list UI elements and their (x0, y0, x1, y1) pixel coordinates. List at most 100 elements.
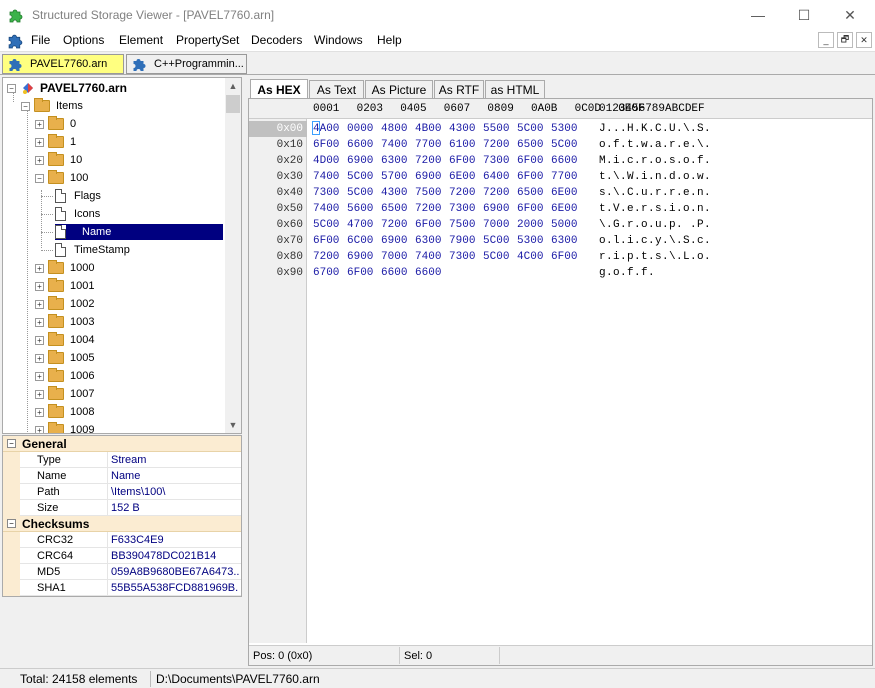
hex-bytes-row[interactable]: 4A00 0000 4800 4B00 4300 5500 5C00 5300 (313, 121, 577, 137)
tab-as-text[interactable]: As Text (309, 80, 364, 98)
tree-node-stream[interactable]: Name (55, 223, 224, 241)
expand-icon[interactable]: + (35, 263, 44, 273)
hex-ascii-row[interactable]: \.G.r.o.u.p. .P. (599, 217, 711, 233)
tree-node-folder[interactable]: − 100 (35, 169, 88, 187)
expand-icon[interactable]: + (35, 407, 44, 417)
expand-icon[interactable]: + (35, 281, 44, 291)
tree-node-folder[interactable]: +1005 (35, 349, 94, 367)
expand-icon[interactable]: + (35, 317, 44, 327)
property-value[interactable]: 059A8B9680BE67A6473... (107, 564, 239, 580)
tab-as-picture[interactable]: As Picture (365, 80, 433, 98)
tab-as-hex[interactable]: As HEX (250, 79, 308, 99)
mdi-restore-button[interactable]: 🗗 (837, 32, 853, 48)
hex-viewer[interactable]: 0001 0203 0405 0607 0809 0A0B 0C0D 0E0F 01234567… (248, 98, 873, 666)
tree-root[interactable]: − PAVEL7760.arn (7, 79, 127, 97)
hex-ascii-row[interactable]: M.i.c.r.o.s.o.f. (599, 153, 711, 169)
property-value[interactable]: Name (107, 468, 239, 484)
hex-bytes-row[interactable]: 6F00 6600 7400 7700 6100 7200 6500 5C00 (313, 137, 577, 153)
puzzle-menu-icon[interactable] (7, 32, 24, 49)
tree-node-items[interactable]: − Items (21, 97, 83, 115)
hex-bytes-row[interactable]: 7400 5C00 5700 6900 6E00 6400 6F00 7700 (313, 169, 577, 185)
property-row[interactable]: SHA1 55B55A538FCD881969B... (3, 580, 241, 596)
tree-node-folder[interactable]: +0 (35, 115, 76, 133)
collapse-icon[interactable]: − (7, 439, 16, 448)
collapse-icon[interactable]: − (7, 519, 16, 528)
tree-scrollbar[interactable]: ▲ ▼ (225, 78, 241, 433)
doc-tab-pavel7760[interactable]: PAVEL7760.arn (2, 54, 124, 74)
category-checksums[interactable]: − Checksums (3, 516, 241, 532)
doc-tab-cpp[interactable]: C++Programmin... (126, 54, 247, 74)
collapse-icon[interactable]: − (21, 101, 30, 111)
minimize-button[interactable]: — (735, 0, 781, 30)
hex-ascii-row[interactable]: o.l.i.c.y.\.S.c. (599, 233, 711, 249)
hex-bytes-row[interactable]: 6700 6F00 6600 6600 (313, 265, 441, 281)
property-row[interactable]: CRC32 F633C4E9 (3, 532, 241, 548)
expand-icon[interactable]: + (35, 155, 44, 165)
menu-windows[interactable]: Windows (314, 33, 363, 47)
tree-node-folder[interactable]: +1008 (35, 403, 94, 421)
tree-node-folder[interactable]: +1001 (35, 277, 94, 295)
menu-propertyset[interactable]: PropertySet (176, 33, 239, 47)
expand-icon[interactable]: + (35, 335, 44, 345)
hex-bytes-row[interactable]: 5C00 4700 7200 6F00 7500 7000 2000 5000 (313, 217, 577, 233)
tree-node-folder[interactable]: +1009 (35, 421, 94, 433)
tree-node-folder[interactable]: +1004 (35, 331, 94, 349)
hex-bytes-row[interactable]: 6F00 6C00 6900 6300 7900 5C00 5300 6300 (313, 233, 577, 249)
mdi-close-button[interactable]: ✕ (856, 32, 872, 48)
tree-node-stream[interactable]: Flags (55, 187, 101, 205)
expand-icon[interactable]: + (35, 119, 44, 129)
tree-node-folder[interactable]: +1002 (35, 295, 94, 313)
mdi-minimize-button[interactable]: _ (818, 32, 834, 48)
tab-as-rtf[interactable]: As RTF (434, 80, 484, 98)
hex-bytes-row[interactable]: 4D00 6900 6300 7200 6F00 7300 6F00 6600 (313, 153, 577, 169)
close-button[interactable]: ✕ (827, 0, 873, 30)
property-value[interactable]: \Items\100\ (107, 484, 239, 500)
property-value[interactable]: Stream (107, 452, 239, 468)
hex-ascii-row[interactable]: t.\.W.i.n.d.o.w. (599, 169, 711, 185)
collapse-icon[interactable]: − (35, 173, 44, 183)
menu-element[interactable]: Element (119, 33, 163, 47)
tree-node-folder[interactable]: +1007 (35, 385, 94, 403)
hex-bytes-row[interactable]: 7400 5600 6500 7200 7300 6900 6F00 6E00 (313, 201, 577, 217)
hex-ascii-row[interactable]: r.i.p.t.s.\.L.o. (599, 249, 711, 265)
property-value[interactable]: F633C4E9 (107, 532, 239, 548)
scroll-thumb[interactable] (226, 95, 240, 113)
hex-ascii-row[interactable]: o.f.t.w.a.r.e.\. (599, 137, 711, 153)
property-value[interactable]: BB390478DC021B14 (107, 548, 239, 564)
property-row[interactable]: Name Name (3, 468, 241, 484)
expand-icon[interactable]: + (35, 389, 44, 399)
expand-icon[interactable]: + (35, 299, 44, 309)
tree-node-folder[interactable]: +10 (35, 151, 82, 169)
hex-ascii-row[interactable]: t.V.e.r.s.i.o.n. (599, 201, 711, 217)
tree-node-stream[interactable]: TimeStamp (55, 241, 130, 259)
hex-bytes-row[interactable]: 7200 6900 7000 7400 7300 5C00 4C00 6F00 (313, 249, 577, 265)
scroll-down-icon[interactable]: ▼ (225, 417, 241, 433)
hex-ascii-row[interactable]: s.\.C.u.r.r.e.n. (599, 185, 711, 201)
tree-node-stream[interactable]: Icons (55, 205, 100, 223)
tree-node-folder[interactable]: +1000 (35, 259, 94, 277)
property-value[interactable]: 55B55A538FCD881969B... (107, 580, 239, 596)
tree-node-folder[interactable]: +1 (35, 133, 76, 151)
expand-icon[interactable]: + (35, 353, 44, 363)
hex-ascii-row[interactable]: J...H.K.C.U.\.S. (599, 121, 711, 137)
storage-tree[interactable]: − PAVEL7760.arn − Items +0 +1 +10−100 Flags… (2, 77, 242, 434)
menu-help[interactable]: Help (377, 33, 402, 47)
hex-bytes-row[interactable]: 7300 5C00 4300 7500 7200 7200 6500 6E00 (313, 185, 577, 201)
property-row[interactable]: CRC64 BB390478DC021B14 (3, 548, 241, 564)
scroll-up-icon[interactable]: ▲ (225, 78, 241, 94)
property-row[interactable]: MD5 059A8B9680BE67A6473... (3, 564, 241, 580)
property-row[interactable]: Type Stream (3, 452, 241, 468)
hex-ascii-row[interactable]: g.o.f.f. (599, 265, 655, 281)
tab-as-html[interactable]: as HTML (485, 80, 545, 98)
property-row[interactable]: Size 152 B (3, 500, 241, 516)
expand-icon[interactable]: + (35, 371, 44, 381)
property-row[interactable]: Path \Items\100\ (3, 484, 241, 500)
menu-options[interactable]: Options (63, 33, 104, 47)
property-value[interactable]: 152 B (107, 500, 239, 516)
maximize-button[interactable]: ☐ (781, 0, 827, 30)
category-general[interactable]: − General (3, 436, 241, 452)
expand-icon[interactable]: + (35, 137, 44, 147)
expand-icon[interactable]: + (35, 425, 44, 433)
menu-file[interactable]: File (31, 33, 50, 47)
tree-node-folder[interactable]: +1003 (35, 313, 94, 331)
